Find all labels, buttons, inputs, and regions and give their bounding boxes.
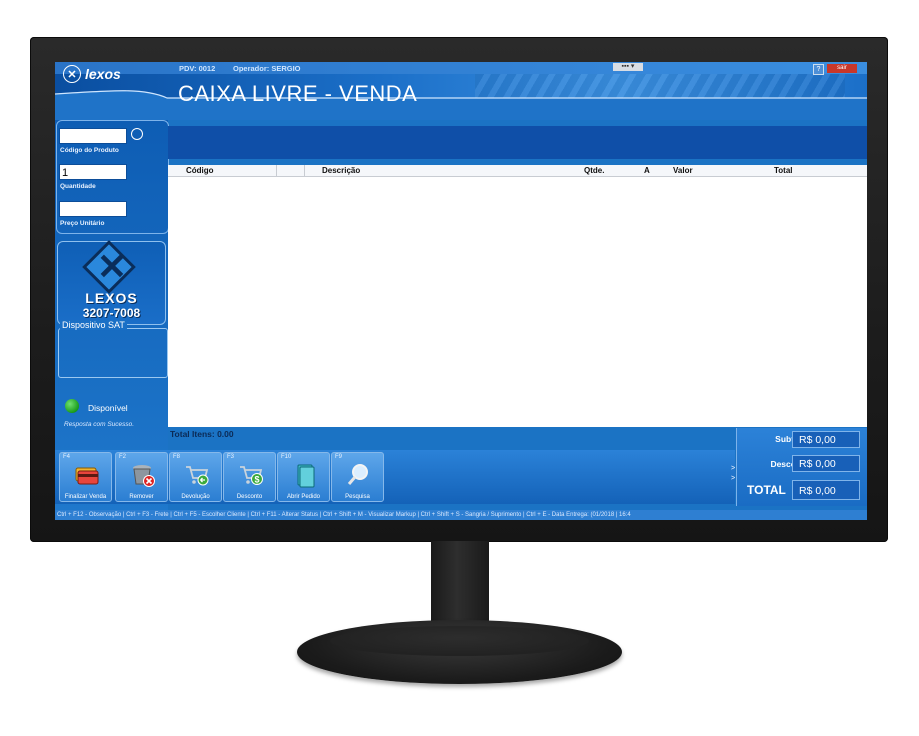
brand-logo: ✕ lexos [63, 64, 173, 84]
company-logo: ✕ LEXOS 3207-7008 [57, 240, 166, 325]
pos-screen: ✕ lexos PDV: 0012 Operador: SERGIO ▪▪▪ ▾… [55, 62, 867, 520]
help-button[interactable]: ? [813, 64, 824, 75]
finalize-sale-button[interactable]: F4 Finalizar Venda [59, 452, 112, 502]
column-divider [276, 165, 277, 176]
sat-device-group [58, 328, 168, 378]
total-value: R$ 0,00 [792, 480, 860, 500]
button-label: Desconto [236, 494, 263, 500]
shortcut-key: F10 [281, 454, 292, 460]
quantity-label: Quantidade [60, 183, 96, 190]
logo-x-icon: ✕ [96, 246, 128, 287]
button-label: Remover [129, 494, 154, 500]
sat-status: Disponível [88, 403, 128, 413]
credit-card-icon [75, 467, 99, 485]
magnifier-icon [347, 464, 368, 485]
unit-price-label: Preço Unitário [60, 220, 105, 227]
col-codigo: Código [186, 166, 214, 175]
svg-text:$: $ [254, 475, 259, 485]
return-button[interactable]: F8 Devolução [169, 452, 222, 502]
unit-price-input[interactable] [59, 201, 127, 217]
product-code-label: Código do Produto [60, 147, 119, 154]
brand-x-icon: ✕ [63, 65, 81, 83]
subtotal-value: R$ 0,00 [792, 431, 860, 448]
sat-device-legend: Dispositivo SAT [60, 320, 127, 330]
shortcut-key: F8 [173, 454, 181, 460]
total-items: Total Itens: 0.00 [170, 429, 234, 439]
col-a: A [644, 166, 650, 175]
shortcut-key: F4 [63, 454, 71, 460]
shortcut-key: F2 [119, 454, 127, 460]
function-toolbar: F4 Finalizar Venda F2 Remover F8 Devoluç… [55, 450, 735, 504]
search-button[interactable]: F9 Pesquisa [331, 452, 384, 502]
discount-button[interactable]: F3 $ Desconto [223, 452, 276, 502]
button-label: Pesquisa [345, 494, 370, 500]
shortcut-key: F3 [227, 454, 235, 460]
logo-name: LEXOS [85, 290, 138, 306]
pdv-number: PDV: 0012 [179, 64, 216, 73]
app-header: ✕ lexos PDV: 0012 Operador: SERGIO ▪▪▪ ▾… [55, 62, 867, 120]
brand-name: lexos [85, 66, 121, 82]
button-label: Finalizar Venda [64, 494, 107, 500]
cart-return-icon [186, 466, 209, 486]
expand-chevron-icon[interactable]: > [731, 475, 735, 482]
button-label: Devolução [181, 494, 210, 500]
shortcut-status-bar: Ctrl + F12 - Observação | Ctrl + F3 - Fr… [55, 510, 867, 520]
product-code-input[interactable] [59, 128, 127, 144]
items-table[interactable]: Código Descrição Qtde. A Valor Total [168, 165, 867, 427]
col-qtde: Qtde. [584, 166, 605, 175]
shortcut-key: F9 [335, 454, 343, 460]
sat-message: Resposta com Sucesso. [64, 421, 135, 428]
header-swoosh [55, 90, 867, 120]
quantity-input[interactable]: 1 [59, 164, 127, 180]
trash-remove-icon [133, 465, 155, 487]
table-header: Código Descrição Qtde. A Valor Total [168, 165, 867, 177]
logo-phone: 3207-7008 [82, 306, 141, 320]
product-info-strip [168, 126, 867, 159]
status-led-icon [65, 399, 79, 413]
exit-button[interactable]: sair [827, 64, 857, 73]
remove-button[interactable]: F2 Remover [115, 452, 168, 502]
operator-name: Operador: SERGIO [233, 64, 301, 73]
open-order-button[interactable]: F10 Abrir Pedido [277, 452, 330, 502]
totals-panel: Subtotal: R$ 0,00 Desconto: R$ 0,00 TOTA… [736, 428, 867, 506]
col-total: Total [774, 166, 793, 175]
title-bar [55, 62, 867, 74]
discount-value: R$ 0,00 [792, 455, 860, 472]
col-descricao: Descrição [322, 166, 361, 175]
folder-icon [297, 464, 315, 488]
col-valor: Valor [673, 166, 693, 175]
total-label: TOTAL [747, 483, 786, 497]
window-menu-dropdown[interactable]: ▪▪▪ ▾ [613, 63, 643, 71]
expand-chevron-icon[interactable]: > [731, 465, 735, 472]
cart-discount-icon: $ [240, 466, 263, 485]
search-icon[interactable] [131, 128, 143, 140]
page-title: CAIXA LIVRE - VENDA [178, 81, 418, 106]
monitor-stand-base-top [330, 626, 589, 656]
button-label: Abrir Pedido [286, 494, 321, 500]
column-divider [304, 165, 305, 176]
